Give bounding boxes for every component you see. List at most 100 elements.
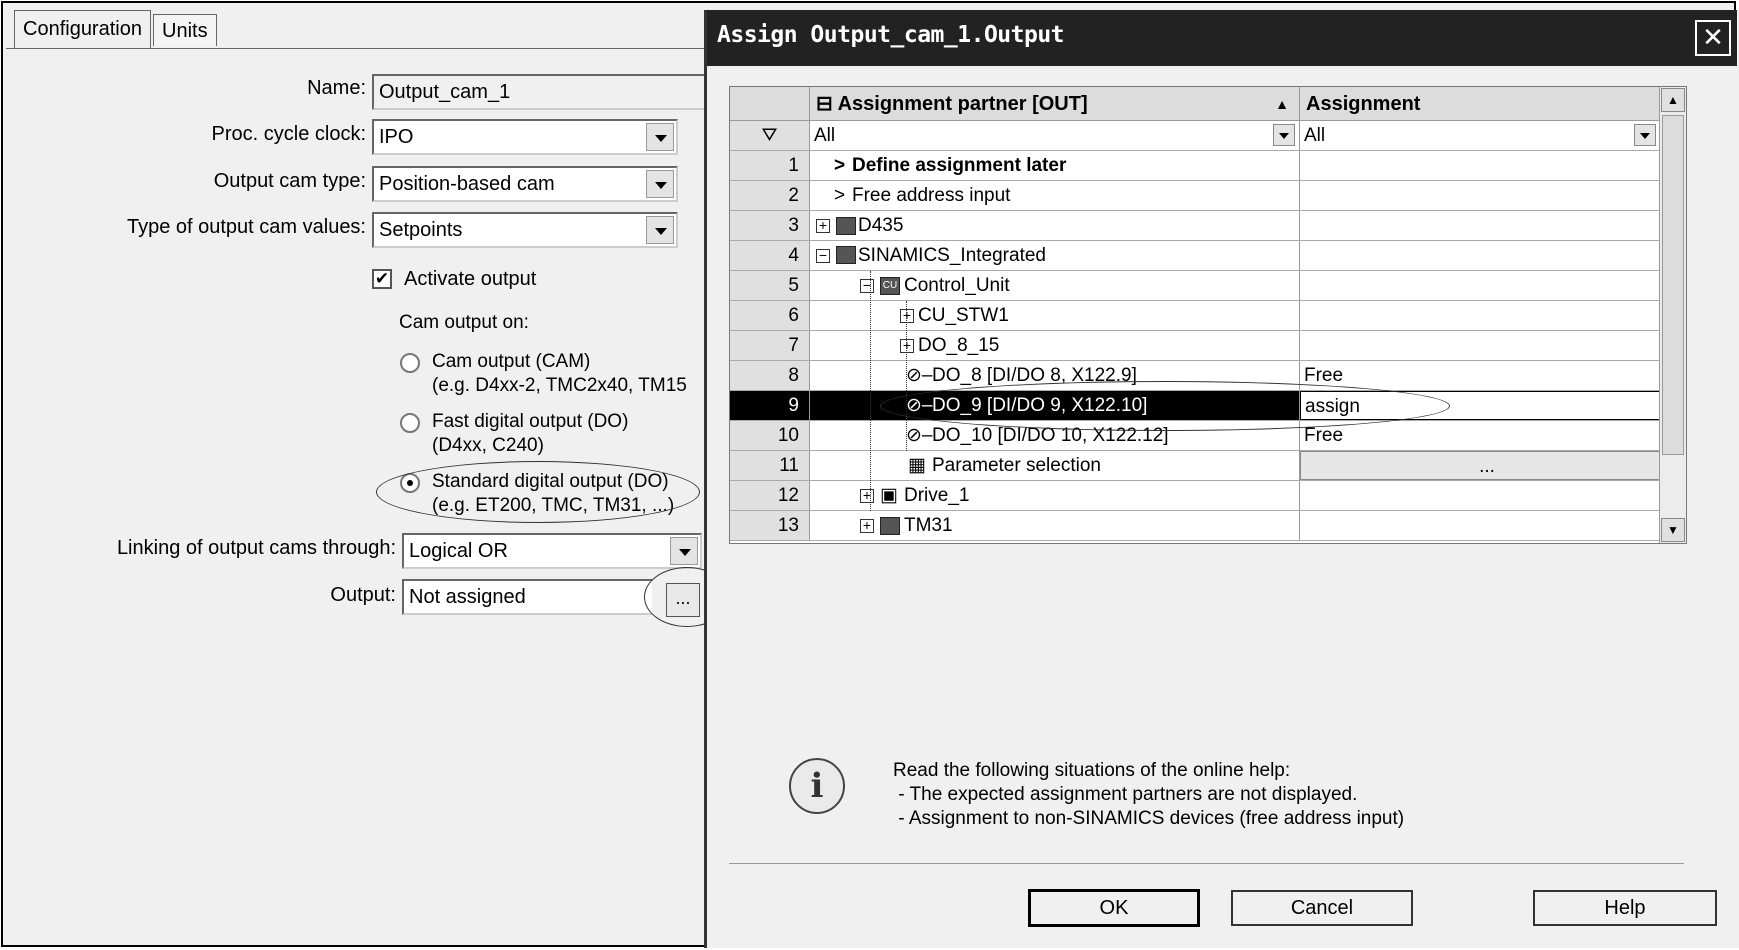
drive-icon: ▣ (880, 485, 898, 506)
grid-row[interactable]: 11 ▦ Parameter selection ... (730, 451, 1670, 481)
tab-units[interactable]: Units (153, 14, 217, 46)
grid-row[interactable]: 3 + D435 (730, 211, 1670, 241)
row-assignment[interactable] (1300, 151, 1670, 180)
row-assignment[interactable]: Free (1300, 421, 1670, 450)
row-number: 1 (730, 151, 810, 180)
expand-icon[interactable]: + (860, 518, 874, 533)
column-header-partner[interactable]: ⊟ Assignment partner [OUT] ▲ (810, 87, 1300, 121)
parameter-browse-button[interactable]: ... (1300, 451, 1670, 480)
row-assignment[interactable] (1300, 301, 1670, 330)
chevron-down-icon[interactable] (646, 216, 674, 244)
row-assignment[interactable]: Free (1300, 361, 1670, 390)
chevron-down-icon[interactable] (1634, 124, 1656, 146)
grid-row[interactable]: 2 > Free address input (730, 181, 1670, 211)
chevron-down-icon[interactable] (670, 537, 698, 565)
row-partner: − CU Control_Unit (810, 271, 1300, 300)
output-pin-icon: ⊘– (906, 425, 933, 446)
radio-standard-do-label: Standard digital output (DO) (432, 471, 669, 492)
chevron-down-icon[interactable] (646, 123, 674, 151)
expand-icon[interactable]: + (816, 218, 830, 233)
cancel-button[interactable]: Cancel (1231, 890, 1413, 926)
row-assignment[interactable] (1300, 271, 1670, 300)
cycle-clock-select[interactable]: IPO (372, 119, 678, 155)
row-assignment[interactable] (1300, 181, 1670, 210)
scroll-up-icon[interactable]: ▲ (1661, 88, 1685, 112)
cam-values-label: Type of output cam values: (126, 216, 366, 238)
radio-cam-output-label: Cam output (CAM) (432, 351, 591, 372)
row-number: 4 (730, 241, 810, 270)
name-field[interactable]: Output_cam_1 (372, 74, 712, 110)
output-browse-button[interactable]: ... (666, 583, 700, 617)
row-partner-label: SINAMICS_Integrated (858, 245, 1046, 266)
row-number: 6 (730, 301, 810, 330)
grid-row[interactable]: 8 ⊘– DO_8 [DI/DO 8, X122.9] Free (730, 361, 1670, 391)
filter-assignment[interactable]: All (1300, 121, 1670, 150)
cam-values-select[interactable]: Setpoints (372, 212, 678, 248)
chevron-down-icon[interactable] (646, 170, 674, 198)
grid-scrollbar[interactable]: ▲ ▼ (1659, 87, 1686, 543)
grid-row[interactable]: 6 + CU_STW1 (730, 301, 1670, 331)
row-assignment[interactable] (1300, 241, 1670, 270)
controller-icon (836, 217, 856, 235)
grid-row[interactable]: 5 − CU Control_Unit (730, 271, 1670, 301)
tree-connector (870, 271, 871, 511)
grid-row[interactable]: 4 − SINAMICS_Integrated (730, 241, 1670, 271)
linking-value: Logical OR (409, 540, 508, 562)
cam-type-label: Output cam type: (213, 170, 366, 192)
chevron-down-icon[interactable] (1273, 124, 1295, 146)
grid-row[interactable]: 12 + ▣ Drive_1 (730, 481, 1670, 511)
row-partner: ⊘– DO_8 [DI/DO 8, X122.9] (810, 361, 1300, 390)
expand-icon[interactable]: + (900, 338, 914, 353)
expand-icon[interactable]: + (900, 308, 914, 323)
tab-bar: Configuration Units (0, 8, 700, 48)
radio-fast-do-hint: (D4xx, C240) (432, 435, 544, 456)
linking-label: Linking of output cams through: (116, 537, 396, 559)
filter-row: ⛛ All All (730, 121, 1670, 151)
radio-standard-digital-output[interactable] (400, 473, 420, 493)
collapse-icon[interactable]: − (860, 278, 874, 293)
filter-icon[interactable]: ⛛ (730, 121, 810, 150)
parameter-list-icon: ▦ (908, 455, 926, 476)
close-icon[interactable]: ✕ (1695, 20, 1731, 56)
filter-partner[interactable]: All (810, 121, 1300, 150)
output-label: Output: (330, 584, 396, 606)
ok-button[interactable]: OK (1028, 889, 1200, 927)
collapse-all-icon[interactable]: ⊟ (816, 93, 833, 115)
row-partner-label: Define assignment later (852, 155, 1067, 176)
scrollbar-thumb[interactable] (1662, 115, 1684, 455)
row-number: 9 (730, 391, 810, 420)
tab-configuration[interactable]: Configuration (14, 10, 151, 48)
row-assignment[interactable] (1300, 331, 1670, 360)
expand-icon[interactable]: + (860, 488, 874, 503)
chevron-right-icon: > (834, 155, 846, 176)
grid-row[interactable]: 7 + DO_8_15 (730, 331, 1670, 361)
dialog-title: Assign Output_cam_1.Output (717, 22, 1065, 48)
row-partner-label: Parameter selection (932, 455, 1101, 476)
cam-type-select[interactable]: Position-based cam (372, 166, 678, 202)
row-assignment[interactable] (1300, 481, 1670, 510)
linking-select[interactable]: Logical OR (402, 533, 702, 569)
row-partner-label: CU_STW1 (918, 305, 1009, 326)
row-number: 13 (730, 511, 810, 540)
row-number: 10 (730, 421, 810, 450)
assignment-grid: ⊟ Assignment partner [OUT] ▲ Assignment … (729, 86, 1687, 544)
radio-fast-digital-output[interactable] (400, 413, 420, 433)
grid-row[interactable]: 13 + TM31 (730, 511, 1670, 541)
grid-row[interactable]: 10 ⊘– DO_10 [DI/DO 10, X122.12] Free (730, 421, 1670, 451)
row-partner: > Define assignment later (810, 151, 1300, 180)
row-partner: ⊘– DO_10 [DI/DO 10, X122.12] (810, 421, 1300, 450)
grid-row-selected[interactable]: 9 ⊘– DO_9 [DI/DO 9, X122.10] assign (730, 391, 1670, 421)
row-number: 7 (730, 331, 810, 360)
grid-row[interactable]: 1 > Define assignment later (730, 151, 1670, 181)
column-header-assignment[interactable]: Assignment (1300, 87, 1670, 121)
radio-cam-output[interactable] (400, 353, 420, 373)
row-assignment[interactable] (1300, 511, 1670, 540)
output-field[interactable]: Not assigned (402, 579, 652, 615)
help-button[interactable]: Help (1533, 890, 1717, 926)
collapse-icon[interactable]: − (816, 248, 830, 263)
scroll-down-icon[interactable]: ▼ (1661, 518, 1685, 542)
row-assignment[interactable] (1300, 211, 1670, 240)
row-number: 2 (730, 181, 810, 210)
activate-output-checkbox[interactable]: ✔ (372, 269, 392, 289)
row-assignment-input[interactable]: assign (1300, 391, 1670, 420)
